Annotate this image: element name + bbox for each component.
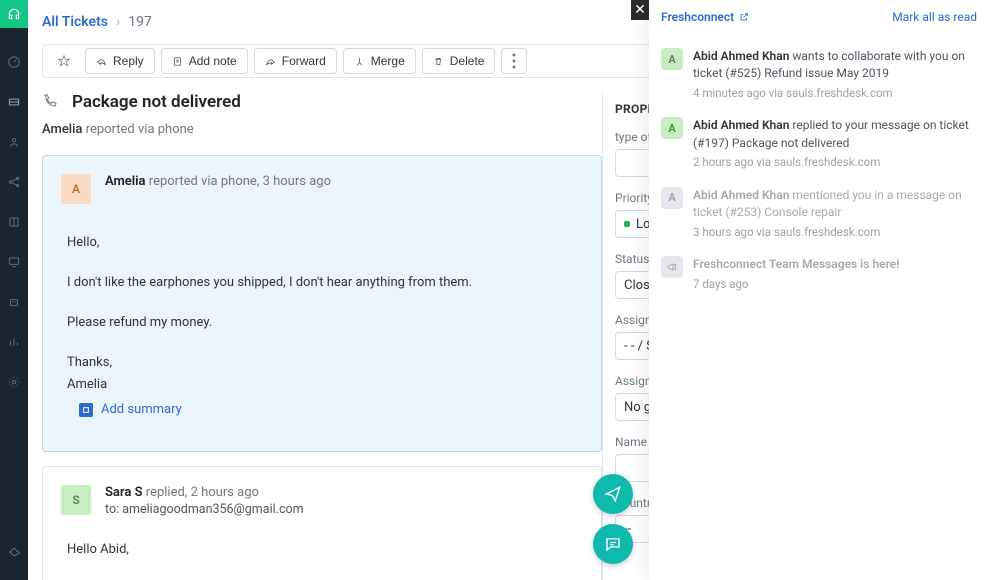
person-icon [7, 135, 21, 149]
add-note-button[interactable]: Add note [161, 48, 248, 74]
forward-button[interactable]: Forward [254, 48, 337, 74]
notification-item[interactable]: A Abid Ahmed Khan mentioned you in a mess… [649, 179, 989, 248]
forward-label: Forward [282, 54, 326, 68]
app-sidebar [0, 0, 28, 580]
ticket-reported-via: reported via phone [86, 122, 194, 137]
paper-plane-icon [604, 485, 622, 503]
book-icon [7, 215, 21, 229]
delete-button[interactable]: Delete [422, 48, 496, 74]
sender-meta: reported via phone, 3 hours ago [149, 174, 331, 189]
paragraph: Hello Abid, [67, 539, 583, 561]
barchart-icon [7, 335, 21, 349]
sidebar-item-forums[interactable] [0, 248, 28, 276]
add-note-label: Add note [189, 54, 237, 68]
notification-time: 3 hours ago via sauls.freshdesk.com [693, 224, 977, 241]
trash-icon [433, 56, 444, 67]
message-card-customer: A Amelia reported via phone, 3 hours ago… [42, 155, 602, 452]
sidebar-item-solutions[interactable] [0, 208, 28, 236]
sender-meta: replied, 2 hours ago [146, 485, 259, 500]
monitor-icon [7, 255, 21, 269]
ticket-header: Package not delivered Amelia reported vi… [42, 92, 602, 155]
ticket-reporter: Amelia [42, 122, 82, 137]
quick-send-button[interactable] [593, 474, 633, 514]
breadcrumb-parent[interactable]: All Tickets [42, 14, 108, 30]
notification-time: 2 hours ago via sauls.freshdesk.com [693, 154, 977, 171]
paragraph: I don't like the earphones you shipped, … [67, 272, 583, 294]
recipients-line: to: ameliagoodman356@gmail.com [105, 502, 304, 517]
gauge-icon [7, 55, 21, 69]
sidebar-item-reports[interactable] [0, 328, 28, 356]
more-button[interactable] [501, 48, 527, 74]
swirl-icon [7, 545, 21, 559]
avatar: A [61, 174, 91, 204]
notification-item[interactable]: A Abid Ahmed Khan wants to collaborate wi… [649, 40, 989, 109]
add-summary-label: Add summary [101, 402, 182, 417]
brand-logo[interactable] [0, 0, 28, 28]
notification-time: 4 minutes ago via sauls.freshdesk.com [693, 85, 977, 102]
megaphone-icon [666, 261, 678, 273]
forward-icon [265, 56, 276, 67]
ticket-pane: Package not delivered Amelia reported vi… [42, 92, 602, 580]
star-icon [57, 54, 71, 68]
sidebar-item-dashboard[interactable] [0, 48, 28, 76]
paragraph: Please refund my money. [67, 312, 583, 334]
notification-text: Abid Ahmed Khan replied to your message … [693, 117, 977, 170]
sidebar-item-automation[interactable] [0, 288, 28, 316]
sidebar-item-tickets[interactable] [0, 88, 28, 116]
ticket-title: Package not delivered [72, 92, 241, 112]
merge-label: Merge [371, 54, 405, 68]
gear-icon [7, 375, 21, 389]
close-icon: ✕ [634, 2, 646, 18]
chevron-right-icon: › [116, 14, 120, 30]
note-plus-icon [79, 403, 93, 417]
avatar [661, 256, 683, 278]
delete-label: Delete [450, 54, 485, 68]
breadcrumb-current: 197 [128, 14, 152, 30]
ticket-icon [7, 95, 21, 109]
sidebar-item-social[interactable] [0, 168, 28, 196]
headset-icon [7, 7, 21, 21]
avatar: A [661, 48, 683, 70]
notification-text: Freshconnect Team Messages is here!7 day… [693, 256, 899, 292]
notification-text: Abid Ahmed Khan mentioned you in a messa… [693, 187, 977, 240]
phone-icon [42, 94, 58, 110]
notification-text: Abid Ahmed Khan wants to collaborate wit… [693, 48, 977, 101]
avatar: A [661, 117, 683, 139]
notification-item[interactable]: A Abid Ahmed Khan replied to your message… [649, 109, 989, 178]
mark-all-read-button[interactable]: Mark all as read [892, 10, 977, 24]
external-link-icon [739, 12, 749, 22]
message-body: Hello Abid, Really sorry your earphones … [61, 539, 583, 580]
sidebar-item-settings[interactable] [0, 368, 28, 396]
paragraph: Hello, [67, 232, 583, 254]
freshconnect-link[interactable]: Freshconnect [661, 10, 749, 24]
reply-icon [96, 56, 107, 67]
more-vertical-icon [502, 49, 526, 73]
add-summary-button[interactable]: Add summary [61, 396, 583, 433]
avatar: S [61, 485, 91, 515]
merge-icon [354, 56, 365, 67]
message-body: Hello, I don't like the earphones you sh… [61, 232, 583, 396]
notification-list: A Abid Ahmed Khan wants to collaborate wi… [649, 34, 989, 306]
freshconnect-panel: ✕ Freshconnect Mark all as read AAbid Ah… [649, 0, 989, 580]
sender-name: Sara S [105, 485, 143, 500]
reply-label: Reply [113, 54, 144, 68]
fab-column [593, 474, 633, 564]
avatar: A [661, 187, 683, 209]
star-button[interactable] [51, 48, 77, 74]
close-panel-button[interactable]: ✕ [631, 0, 649, 20]
notification-time: 7 days ago [693, 276, 899, 293]
notification-item[interactable]: Freshconnect Team Messages is here!7 day… [649, 248, 989, 300]
note-icon [172, 56, 183, 67]
chat-icon [604, 535, 622, 553]
reply-button[interactable]: Reply [85, 48, 155, 74]
sender-name: Amelia [105, 174, 146, 189]
share-icon [7, 175, 21, 189]
sidebar-item-freshworks[interactable] [0, 538, 28, 566]
merge-button[interactable]: Merge [343, 48, 416, 74]
paragraph: Thanks, Amelia [67, 352, 583, 396]
sidebar-item-contacts[interactable] [0, 128, 28, 156]
quick-chat-button[interactable] [593, 524, 633, 564]
robot-icon [7, 295, 21, 309]
message-card-agent: S Sara S replied, 2 hours ago to: amelia… [42, 466, 602, 580]
